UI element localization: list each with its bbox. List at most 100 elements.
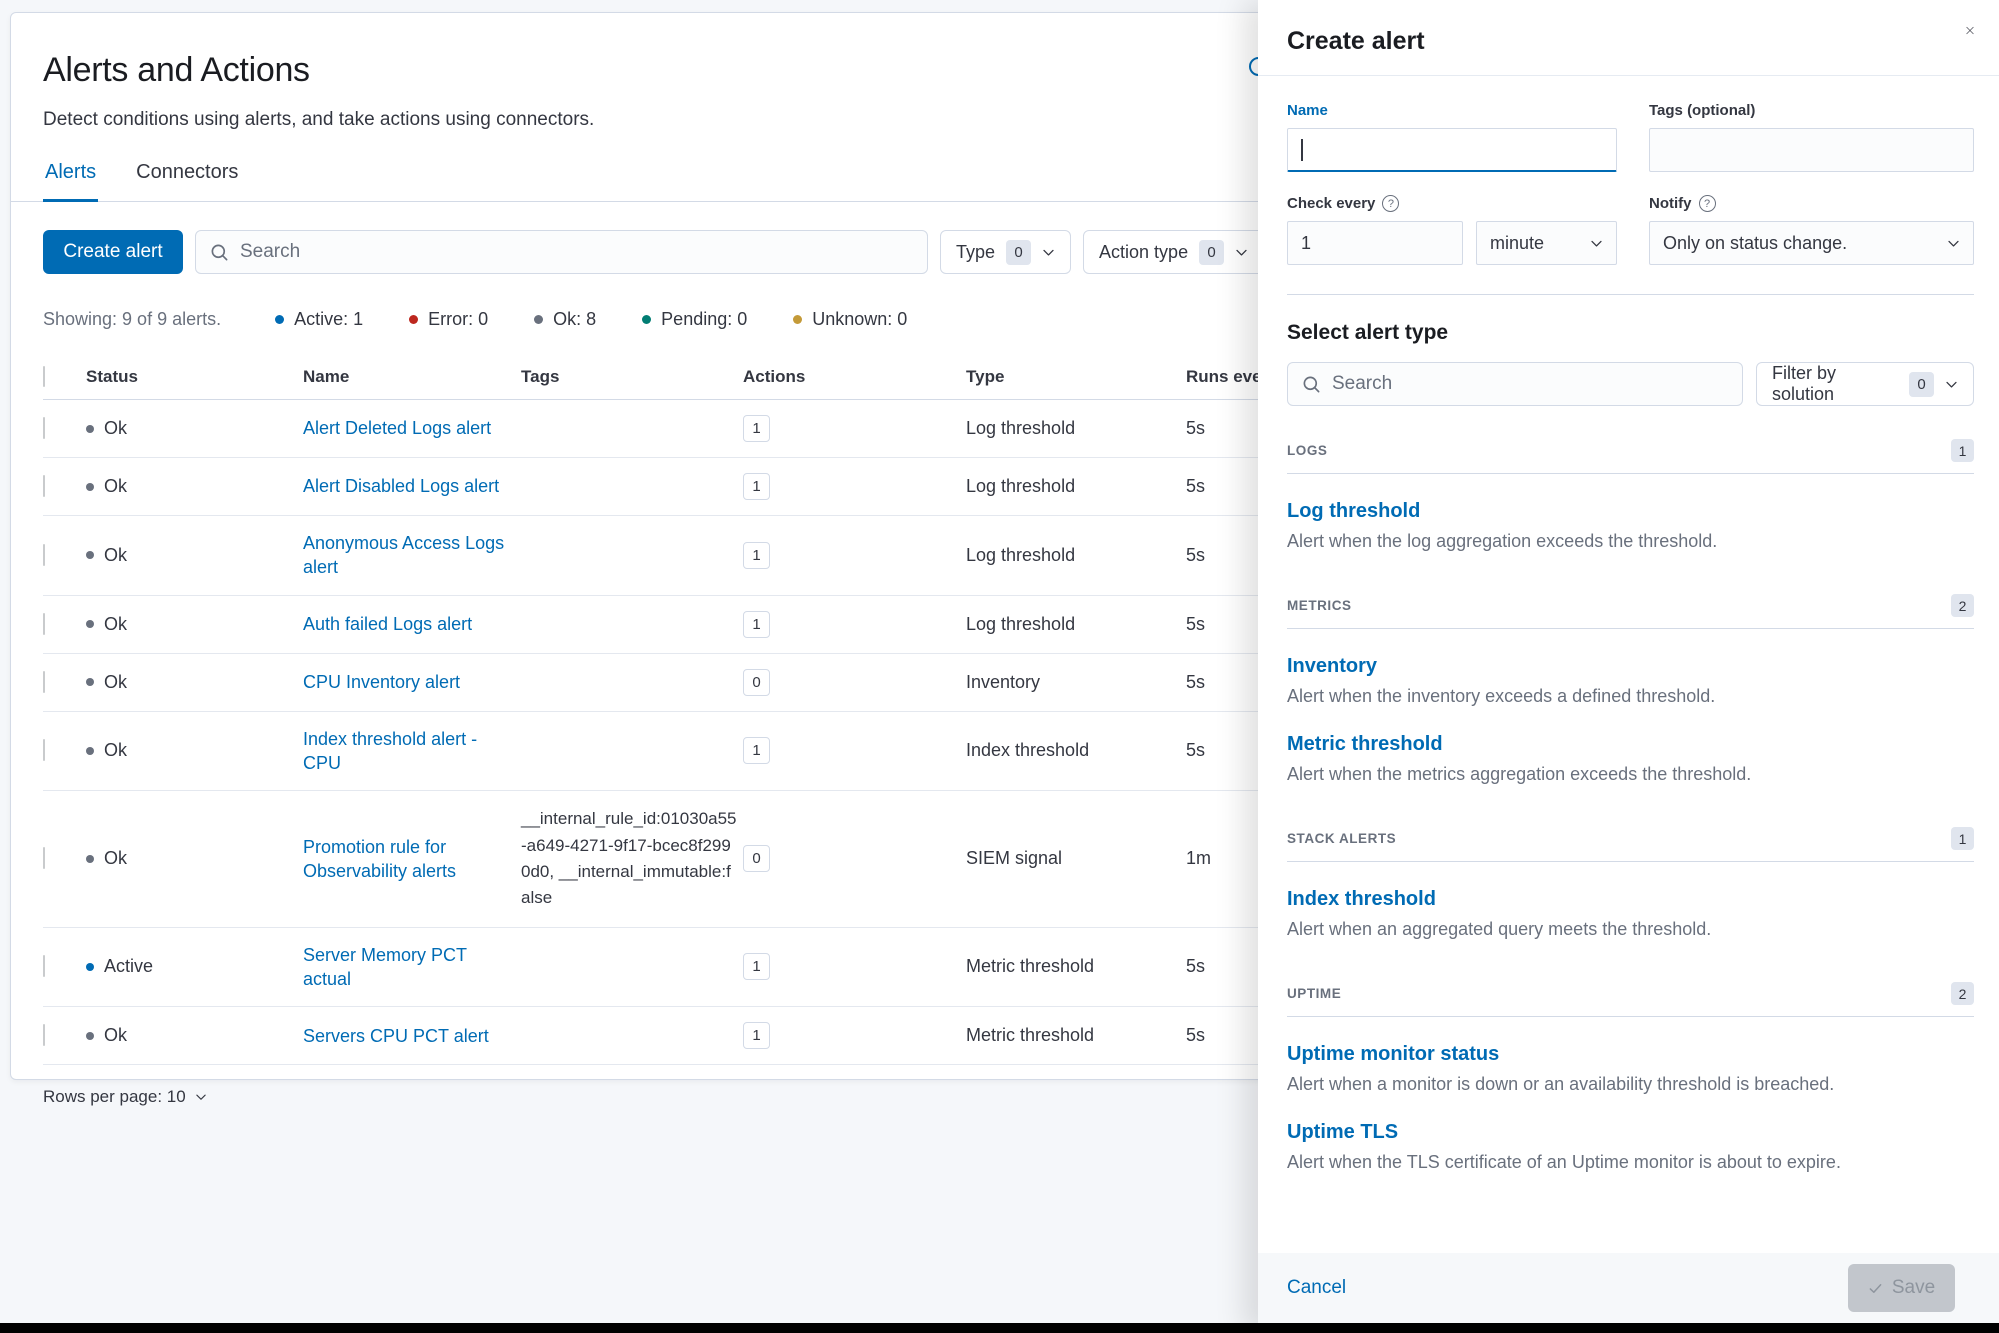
chevron-down-icon: [1235, 246, 1248, 259]
notify-select[interactable]: Only on status change.: [1649, 221, 1974, 265]
status-filter-label: Error: 0: [428, 309, 488, 330]
row-status: Ok: [104, 476, 127, 497]
status-dot-icon: [86, 620, 94, 628]
alert-type-section: METRICS 2 Inventory Alert when the inven…: [1287, 594, 1974, 785]
alert-type-link[interactable]: Uptime TLS: [1287, 1121, 1974, 1144]
status-filter-item[interactable]: Pending: 0: [642, 309, 747, 330]
alerts-search-input[interactable]: [240, 241, 913, 263]
save-button[interactable]: Save: [1848, 1264, 1955, 1312]
alert-type-item: Inventory Alert when the inventory excee…: [1287, 655, 1974, 707]
chevron-down-icon: [1590, 237, 1603, 250]
alert-type-search-input[interactable]: [1332, 373, 1728, 395]
alert-type-link[interactable]: Uptime monitor status: [1287, 1043, 1974, 1066]
chevron-down-icon: [1042, 246, 1055, 259]
flyout-footer: Cancel Save: [1258, 1253, 1999, 1323]
column-header-type: Type: [966, 367, 1186, 387]
check-every-unit-select[interactable]: minute: [1476, 221, 1617, 265]
column-header-actions: Actions: [743, 367, 966, 387]
section-count-badge: 2: [1951, 982, 1974, 1005]
alert-type-section: STACK ALERTS 1 Index threshold Alert whe…: [1287, 827, 1974, 940]
status-filter-item[interactable]: Ok: 8: [534, 309, 596, 330]
alert-name-link[interactable]: Alert Deleted Logs alert: [303, 416, 491, 440]
section-label: METRICS: [1287, 598, 1352, 613]
alert-type-item: Metric threshold Alert when the metrics …: [1287, 733, 1974, 785]
alert-type-description: Alert when the inventory exceeds a defin…: [1287, 686, 1974, 707]
row-checkbox[interactable]: [43, 671, 45, 693]
row-checkbox[interactable]: [43, 739, 45, 761]
cancel-button[interactable]: Cancel: [1287, 1277, 1346, 1299]
alert-name-link[interactable]: Server Memory PCT actual: [303, 943, 510, 992]
section-label: STACK ALERTS: [1287, 831, 1396, 846]
type-filter-dropdown[interactable]: Type 0: [940, 230, 1071, 274]
check-every-value-input[interactable]: [1287, 221, 1463, 265]
type-filter-label: Type: [956, 242, 995, 263]
actions-count-badge: 1: [743, 473, 770, 500]
check-every-unit-value: minute: [1490, 233, 1544, 254]
row-checkbox[interactable]: [43, 475, 45, 497]
help-icon[interactable]: ?: [1699, 195, 1716, 212]
alert-type-link[interactable]: Inventory: [1287, 655, 1974, 678]
status-filter-label: Ok: 8: [553, 309, 596, 330]
flyout-title: Create alert: [1287, 27, 1975, 56]
alert-name-link[interactable]: Servers CPU PCT alert: [303, 1024, 489, 1048]
tags-field[interactable]: [1649, 128, 1974, 172]
row-checkbox[interactable]: [43, 417, 45, 439]
section-count-badge: 1: [1951, 439, 1974, 462]
row-checkbox[interactable]: [43, 847, 45, 869]
row-checkbox[interactable]: [43, 613, 45, 635]
rows-per-page-dropdown[interactable]: Rows per page: 10: [43, 1087, 207, 1107]
tab-connectors[interactable]: Connectors: [134, 153, 240, 201]
tab-alerts[interactable]: Alerts: [43, 153, 98, 202]
status-filter-item[interactable]: Active: 1: [275, 309, 363, 330]
status-filter-item[interactable]: Error: 0: [409, 309, 488, 330]
status-dot-icon: [86, 483, 94, 491]
row-type: Metric threshold: [966, 1025, 1186, 1046]
alert-type-item: Uptime monitor status Alert when a monit…: [1287, 1043, 1974, 1095]
section-label: UPTIME: [1287, 986, 1341, 1001]
column-header-tags: Tags: [521, 367, 743, 387]
status-dot-icon: [793, 315, 802, 324]
alert-name-link[interactable]: Index threshold alert - CPU: [303, 727, 510, 776]
check-every-label: Check every: [1287, 195, 1375, 212]
filter-by-solution-label: Filter by solution: [1772, 363, 1898, 405]
row-type: Log threshold: [966, 614, 1186, 635]
status-dot-icon: [86, 963, 94, 971]
alert-type-item: Log threshold Alert when the log aggrega…: [1287, 500, 1974, 552]
notify-field-group: Notify ? Only on status change.: [1649, 195, 1974, 265]
alert-name-link[interactable]: Alert Disabled Logs alert: [303, 474, 499, 498]
status-filter-item[interactable]: Unknown: 0: [793, 309, 907, 330]
select-all-checkbox[interactable]: [43, 366, 45, 387]
alert-name-link[interactable]: Anonymous Access Logs alert: [303, 531, 510, 580]
row-checkbox[interactable]: [43, 544, 45, 566]
alert-name-link[interactable]: Promotion rule for Observability alerts: [303, 835, 510, 884]
alert-type-link[interactable]: Metric threshold: [1287, 733, 1974, 756]
name-field-group: Name: [1287, 102, 1617, 172]
row-status: Ok: [104, 740, 127, 761]
notify-label: Notify: [1649, 195, 1692, 212]
alert-type-link[interactable]: Log threshold: [1287, 500, 1974, 523]
row-status: Ok: [104, 545, 127, 566]
alerts-search-box[interactable]: [195, 230, 928, 274]
help-icon[interactable]: ?: [1382, 195, 1399, 212]
close-icon[interactable]: [1960, 20, 1980, 40]
column-header-status: Status: [86, 367, 303, 387]
screen-bottom-bar: [0, 1323, 1999, 1333]
status-filter-label: Pending: 0: [661, 309, 747, 330]
name-field[interactable]: [1287, 128, 1617, 172]
filter-by-solution-dropdown[interactable]: Filter by solution 0: [1756, 362, 1974, 406]
alert-name-link[interactable]: Auth failed Logs alert: [303, 612, 472, 636]
alert-type-link[interactable]: Index threshold: [1287, 888, 1974, 911]
alert-name-link[interactable]: CPU Inventory alert: [303, 670, 460, 694]
row-status: Active: [104, 956, 153, 977]
alert-type-search-box[interactable]: [1287, 362, 1743, 406]
alert-type-item: Uptime TLS Alert when the TLS certificat…: [1287, 1121, 1974, 1173]
create-alert-button[interactable]: Create alert: [43, 230, 183, 274]
action-type-filter-label: Action type: [1099, 242, 1188, 263]
row-status: Ok: [104, 848, 127, 869]
status-dot-icon: [534, 315, 543, 324]
create-alert-flyout: Create alert Name Tags (optional) Check …: [1258, 0, 1999, 1333]
row-checkbox[interactable]: [43, 955, 45, 977]
row-checkbox[interactable]: [43, 1024, 45, 1046]
action-type-filter-dropdown[interactable]: Action type 0: [1083, 230, 1264, 274]
row-status: Ok: [104, 418, 127, 439]
